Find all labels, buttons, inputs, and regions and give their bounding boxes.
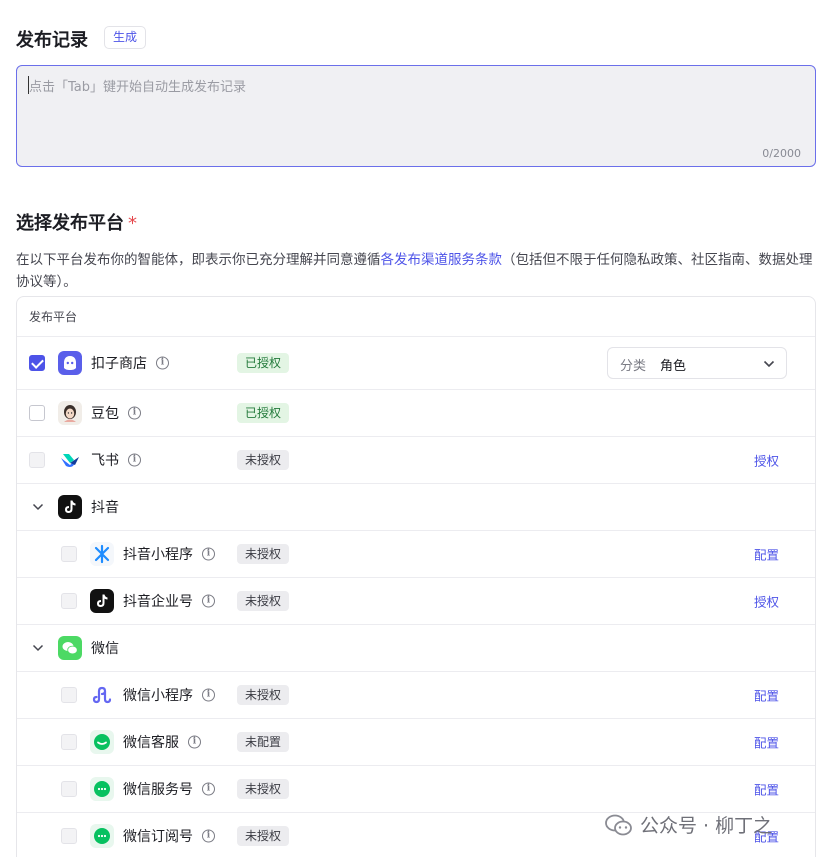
info-icon[interactable]: i xyxy=(202,594,215,608)
coze-store-icon xyxy=(58,351,82,375)
status-badge: 未授权 xyxy=(237,826,290,846)
configure-link[interactable]: 配置 xyxy=(754,686,779,705)
textarea-placeholder: 点击「Tab」键开始自动生成发布记录 xyxy=(29,80,247,95)
wechat-miniapp-icon xyxy=(90,683,114,707)
doubao-icon xyxy=(58,401,82,425)
platform-name: 豆包 xyxy=(91,406,119,422)
status-badge: 已授权 xyxy=(237,403,290,423)
douyin-miniapp-checkbox[interactable] xyxy=(61,546,77,562)
wechat-icon xyxy=(58,636,82,660)
table-row: 扣子商店 i 已授权 分类 角色 xyxy=(17,337,815,390)
platform-name: 微信小程序 xyxy=(123,688,193,704)
feishu-icon xyxy=(58,448,82,472)
character-counter: 0/2000 xyxy=(762,147,801,160)
required-mark: * xyxy=(128,213,137,234)
platform-name: 抖音 xyxy=(91,500,119,516)
feishu-checkbox[interactable] xyxy=(29,452,45,468)
platform-name: 抖音企业号 xyxy=(123,594,193,610)
status-badge: 未授权 xyxy=(237,591,290,611)
description-text-1: 在以下平台发布你的智能体，即表示你已充分理解并同意遵循 xyxy=(16,252,381,268)
status-badge: 未授权 xyxy=(237,544,290,564)
authorize-link[interactable]: 授权 xyxy=(754,451,779,470)
douyin-enterprise-icon xyxy=(90,589,114,613)
release-notes-textarea[interactable]: 点击「Tab」键开始自动生成发布记录 0/2000 xyxy=(16,65,816,167)
info-icon[interactable]: i xyxy=(202,829,215,843)
info-icon[interactable]: i xyxy=(128,406,141,420)
platform-title-text: 选择发布平台 xyxy=(16,213,124,234)
authorize-link[interactable]: 授权 xyxy=(754,592,779,611)
platform-title: 选择发布平台 * xyxy=(16,209,137,235)
watermark: 公众号 · 柳丁之 xyxy=(604,811,772,838)
douyin-icon xyxy=(58,495,82,519)
table-row: 微信小程序 i 未授权 配置 xyxy=(17,672,815,719)
table-row: 豆包 i 已授权 xyxy=(17,390,815,437)
platform-name: 飞书 xyxy=(91,453,119,469)
platform-name: 扣子商店 xyxy=(91,356,147,372)
select-value: 角色 xyxy=(660,359,687,374)
table-row: 微信服务号 i 未授权 配置 xyxy=(17,766,815,813)
info-icon[interactable]: i xyxy=(202,688,215,702)
chevron-down-icon xyxy=(763,360,775,368)
wechat-miniapp-checkbox[interactable] xyxy=(61,687,77,703)
info-icon[interactable]: i xyxy=(202,547,215,561)
configure-link[interactable]: 配置 xyxy=(754,780,779,799)
select-label: 分类 xyxy=(620,359,647,374)
wechat-subscription-checkbox[interactable] xyxy=(61,828,77,844)
status-badge: 未授权 xyxy=(237,450,290,470)
chevron-down-icon[interactable] xyxy=(31,500,45,514)
douyin-miniapp-icon xyxy=(90,542,114,566)
table-row: 抖音企业号 i 未授权 授权 xyxy=(17,578,815,625)
generate-button[interactable]: 生成 xyxy=(104,26,147,49)
configure-link[interactable]: 配置 xyxy=(754,733,779,752)
platform-name: 微信服务号 xyxy=(123,782,193,798)
wechat-service-icon xyxy=(90,730,114,754)
release-title: 发布记录 xyxy=(16,30,88,51)
douyin-enterprise-checkbox[interactable] xyxy=(61,593,77,609)
table-header: 发布平台 xyxy=(17,297,815,337)
info-icon[interactable]: i xyxy=(128,453,141,467)
status-badge: 未授权 xyxy=(237,685,290,705)
wechat-subscription-icon xyxy=(90,824,114,848)
table-row: 抖音小程序 i 未授权 配置 xyxy=(17,531,815,578)
info-icon[interactable]: i xyxy=(188,735,201,749)
coze-store-checkbox[interactable] xyxy=(29,355,45,371)
table-row: 飞书 i 未授权 授权 xyxy=(17,437,815,484)
info-icon[interactable]: i xyxy=(156,356,169,370)
status-badge: 未授权 xyxy=(237,779,290,799)
category-select[interactable]: 分类 角色 xyxy=(607,347,787,379)
doubao-checkbox[interactable] xyxy=(29,405,45,421)
platform-table: 发布平台 扣子商店 i 已授权 分类 角色 豆包 i 已授权 飞书 i 未授权 xyxy=(16,296,816,857)
platform-name: 抖音小程序 xyxy=(123,547,193,563)
wechat-service-checkbox[interactable] xyxy=(61,734,77,750)
status-badge: 未配置 xyxy=(237,732,290,752)
chevron-down-icon[interactable] xyxy=(31,641,45,655)
info-icon[interactable]: i xyxy=(202,782,215,796)
table-row: 微信客服 i 未配置 配置 xyxy=(17,719,815,766)
status-badge: 已授权 xyxy=(237,353,290,373)
wechat-service-account-checkbox[interactable] xyxy=(61,781,77,797)
platform-name: 微信 xyxy=(91,641,119,657)
table-row-group[interactable]: 抖音 xyxy=(17,484,815,531)
platform-name: 微信客服 xyxy=(123,735,179,751)
platform-name: 微信订阅号 xyxy=(123,829,193,845)
configure-link[interactable]: 配置 xyxy=(754,545,779,564)
wechat-service-account-icon xyxy=(90,777,114,801)
terms-link[interactable]: 各发布渠道服务条款 xyxy=(381,252,503,268)
table-row-group[interactable]: 微信 xyxy=(17,625,815,672)
wechat-logo-icon xyxy=(605,814,632,835)
watermark-text: 公众号 · 柳丁之 xyxy=(640,815,773,837)
platform-description: 在以下平台发布你的智能体，即表示你已充分理解并同意遵循各发布渠道服务条款（包括但… xyxy=(16,249,816,293)
